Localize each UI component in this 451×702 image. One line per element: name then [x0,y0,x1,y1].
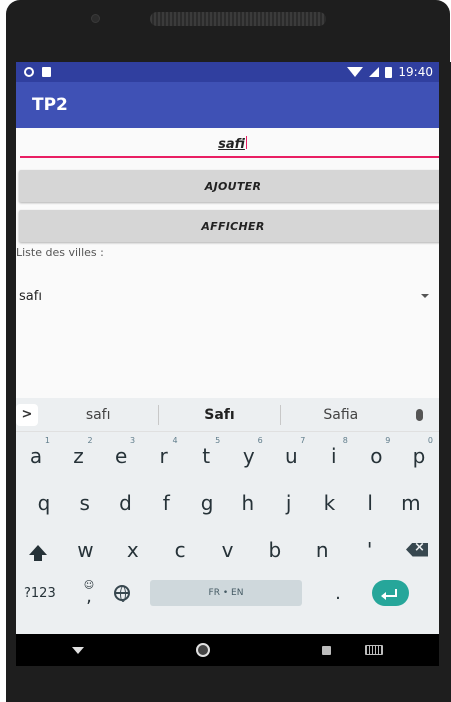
key-a[interactable]: a1 [18,436,54,468]
key-c[interactable]: c [162,538,198,562]
enter-key[interactable] [372,580,409,606]
app-title: TP2 [32,95,68,115]
battery-icon [385,66,393,78]
key-z[interactable]: z2 [61,436,97,468]
sd-card-icon [42,67,51,77]
key-row-4: ?123 ☺, FR • EN . [16,573,439,613]
suggestion-2[interactable]: Safı [159,407,279,423]
key-row-1: a1 z2 e3 r4 t5 y6 u7 i8 o9 p0 [16,432,439,479]
speaker-grille [150,12,326,26]
key-d[interactable]: d [108,491,144,515]
phone-frame-left [6,62,16,702]
status-bar: 19:40 [16,62,439,82]
suggestion-3[interactable]: Safia [281,407,401,423]
suggestion-expand-icon[interactable]: > [16,403,38,426]
key-w[interactable]: w [67,538,103,562]
key-row-2: q s d f g h j k l m [16,479,439,526]
period-key[interactable]: . [312,583,364,604]
text-cursor [245,136,247,149]
space-bar[interactable]: FR • EN [150,580,302,606]
key-g[interactable]: g [189,491,225,515]
navigation-bar [16,634,439,666]
city-input[interactable]: safi [20,136,439,158]
status-time: 19:40 [398,65,433,79]
key-r[interactable]: r4 [146,436,182,468]
ajouter-button[interactable]: AJOUTER [19,170,439,202]
phone-screen: 19:40 TP2 safi AJOUTER AFFICHER Liste de… [16,62,439,666]
key-e[interactable]: e3 [103,436,139,468]
microphone-icon[interactable] [401,408,439,421]
nav-recents-icon[interactable] [322,645,331,655]
globe-icon[interactable] [114,585,130,602]
key-o[interactable]: o9 [358,436,394,468]
key-q[interactable]: q [26,491,62,515]
nav-home-icon[interactable] [196,643,210,657]
suggestion-strip: > safı Safı Safia [16,398,439,432]
key-j[interactable]: j [271,491,307,515]
phone-frame-bottom [6,666,451,702]
key-p[interactable]: p0 [401,436,437,468]
key-i[interactable]: i8 [316,436,352,468]
notification-circle-icon [24,67,34,77]
signal-icon [369,67,380,77]
key-f[interactable]: f [148,491,184,515]
shift-key[interactable] [20,544,56,561]
app-bar: TP2 [16,82,439,128]
spinner-selected: safı [19,288,42,304]
phone-frame-top [6,0,450,62]
list-label: Liste des villes : [16,246,104,259]
nav-back-icon[interactable] [72,646,84,654]
afficher-button[interactable]: AFFICHER [19,210,439,242]
soft-keyboard: > safı Safı Safia a1 z2 e3 r4 t5 y6 u7 i… [16,398,439,634]
main-content: safi AJOUTER AFFICHER Liste des villes :… [16,128,439,398]
key-m[interactable]: m [393,491,429,515]
key-v[interactable]: v [210,538,246,562]
backspace-icon [406,542,428,557]
dropdown-caret-icon [421,294,429,298]
key-u[interactable]: u7 [273,436,309,468]
suggestion-1[interactable]: safı [38,407,158,423]
key-h[interactable]: h [230,491,266,515]
key-b[interactable]: b [257,538,293,562]
keyboard-switch-icon[interactable] [365,645,383,655]
shift-icon [29,544,47,561]
camera-icon [91,14,100,23]
key-s[interactable]: s [67,491,103,515]
key-apostrophe[interactable]: ' [352,538,388,562]
cities-spinner[interactable]: safı [16,278,439,314]
key-row-3: w x c v b n ' [16,526,439,573]
symbols-key[interactable]: ?123 [24,586,72,601]
backspace-key[interactable] [399,542,435,557]
key-n[interactable]: n [304,538,340,562]
city-input-value: safi [218,137,245,152]
wifi-icon [347,67,364,77]
key-k[interactable]: k [311,491,347,515]
key-l[interactable]: l [352,491,388,515]
phone-frame-right [439,62,451,702]
key-t[interactable]: t5 [188,436,224,468]
enter-icon [380,589,397,600]
key-y[interactable]: y6 [231,436,267,468]
key-x[interactable]: x [115,538,151,562]
comma-key[interactable]: ☺, [72,580,106,605]
